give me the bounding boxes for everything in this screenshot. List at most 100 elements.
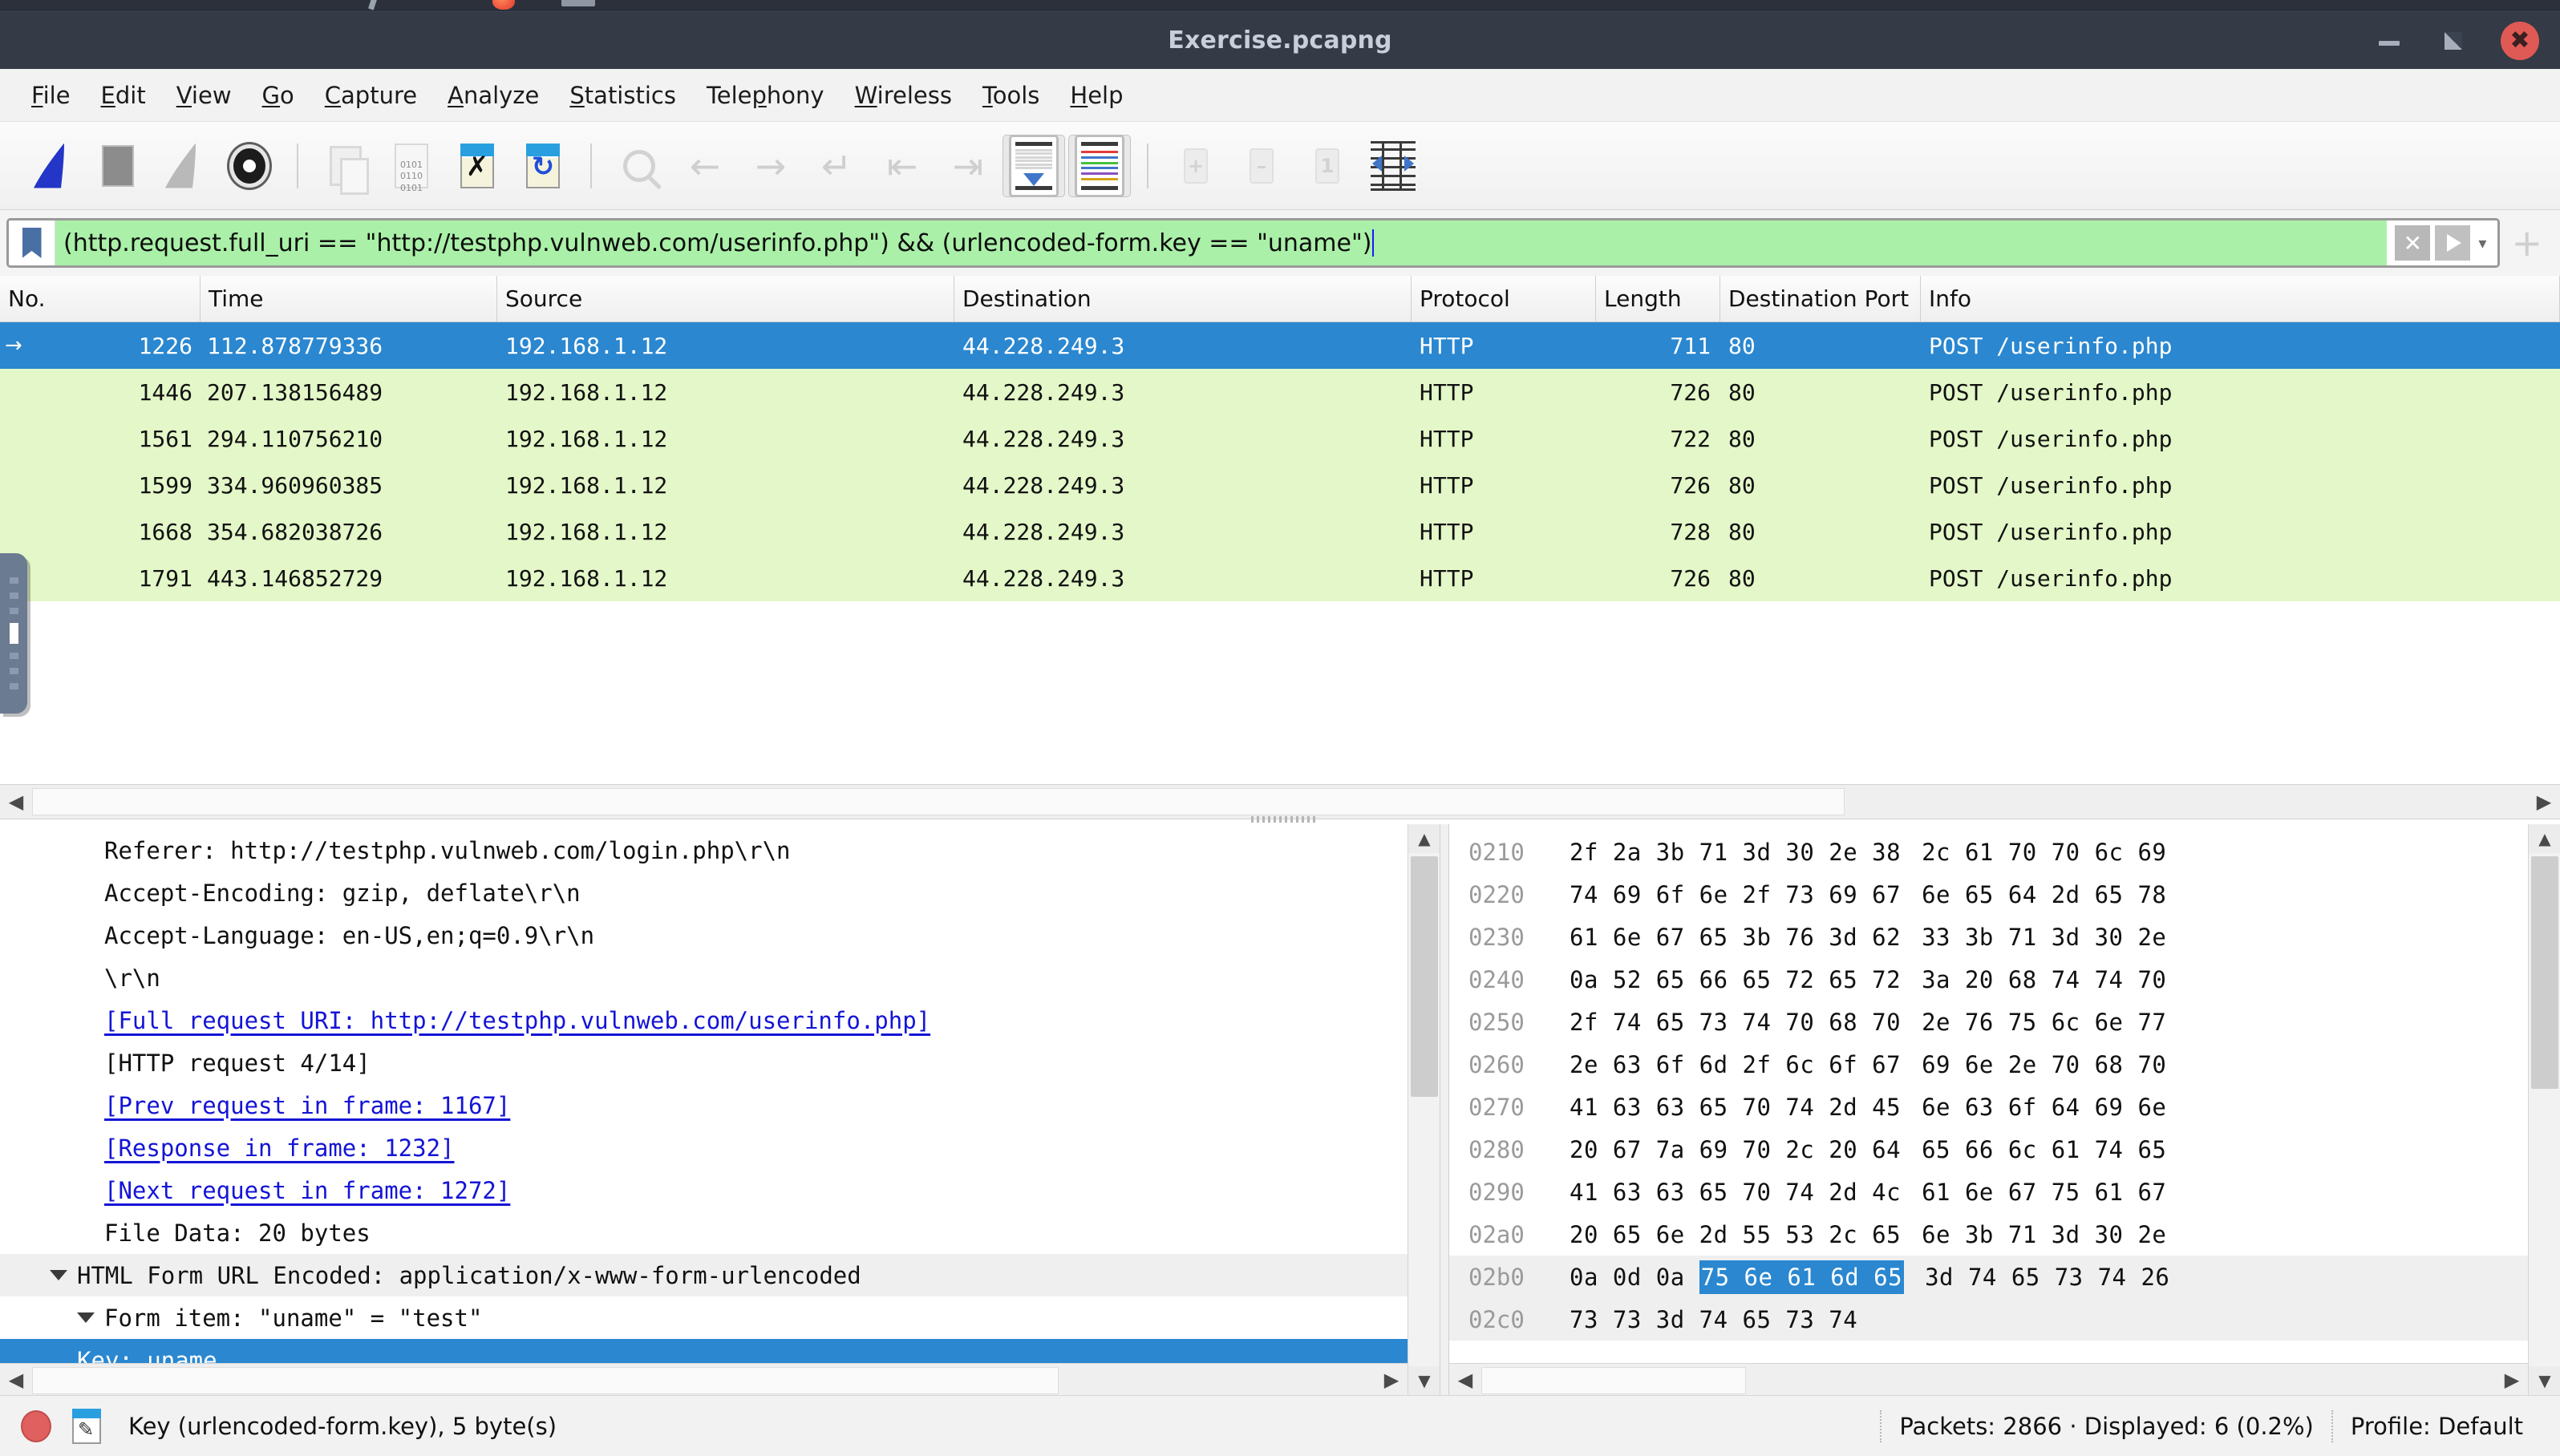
menu-item-telephony[interactable]: Telephony	[691, 77, 840, 114]
menu-item-capture[interactable]: Capture	[310, 77, 432, 114]
menu-item-go[interactable]: Go	[247, 77, 310, 114]
details-hscroll-thumb[interactable]	[32, 1367, 1059, 1394]
chevron-down-icon[interactable]	[50, 1270, 67, 1280]
packet-list-hscrollbar[interactable]: ◀ ▶	[0, 784, 2560, 819]
hex-row-selected[interactable]: 02b0 0a 0d 0a 75 6e 61 6d 65 3d 74 65 73 …	[1449, 1256, 2560, 1298]
column-header-info[interactable]: Info	[1921, 276, 2560, 322]
detail-link[interactable]: [Prev request in frame: 1167]	[104, 1092, 510, 1119]
menu-item-wireless[interactable]: Wireless	[840, 77, 967, 114]
hex-row[interactable]: 0220 74 69 6f 6e 2f 73 69 67 6e 65 64 2d …	[1449, 873, 2560, 916]
menu-item-help[interactable]: Help	[1055, 77, 1138, 114]
menu-item-view[interactable]: View	[161, 77, 247, 114]
menu-item-edit[interactable]: Edit	[86, 77, 161, 114]
hex-row[interactable]: 0280 20 67 7a 69 70 2c 20 64 65 66 6c 61 …	[1449, 1128, 2560, 1171]
zoom-in-button[interactable]: +	[1165, 135, 1227, 197]
detail-link[interactable]: [Response in frame: 1232]	[104, 1134, 455, 1162]
hex-row[interactable]: 0270 41 63 63 65 70 74 2d 45 6e 63 6f 64 …	[1449, 1086, 2560, 1128]
resize-columns-button[interactable]	[1362, 135, 1424, 197]
table-row[interactable]: 1791 443.146852729 192.168.1.12 44.228.2…	[0, 555, 2560, 601]
detail-row-accept-encoding[interactable]: Accept-Encoding: gzip, deflate\r\n	[0, 872, 1440, 914]
detail-row-referer[interactable]: Referer: http://testphp.vulnweb.com/logi…	[0, 829, 1440, 872]
panes-divider[interactable]	[1440, 824, 1449, 1395]
scroll-right-icon[interactable]: ▶	[2496, 1364, 2528, 1395]
scroll-right-icon[interactable]: ▶	[1375, 1364, 1408, 1395]
hex-row[interactable]: 0230 61 6e 67 65 3b 76 3d 62 33 3b 71 3d …	[1449, 916, 2560, 958]
detail-link[interactable]: [Next request in frame: 1272]	[104, 1177, 510, 1204]
bytes-hscroll-track[interactable]	[1481, 1364, 2496, 1395]
go-to-first-packet-button[interactable]: ⇤	[871, 135, 934, 197]
scroll-left-icon[interactable]: ◀	[1449, 1364, 1481, 1395]
detail-row-accept-language[interactable]: Accept-Language: en-US,en;q=0.9\r\n	[0, 914, 1440, 957]
close-button[interactable]: ✖	[2501, 22, 2539, 60]
detail-row-full-request-uri[interactable]: [Full request URI: http://testphp.vulnwe…	[0, 999, 1440, 1041]
detail-row-form-item-uname[interactable]: Form item: "uname" = "test"	[0, 1296, 1440, 1339]
details-vscroll-thumb[interactable]	[1411, 856, 1438, 1097]
chevron-down-icon[interactable]: ▾	[2475, 233, 2489, 253]
scroll-up-icon[interactable]: ▲	[1408, 824, 1440, 853]
capture-options-button[interactable]	[218, 135, 281, 197]
scroll-down-icon[interactable]: ▼	[2529, 1366, 2560, 1395]
reload-file-button[interactable]: ↻	[512, 135, 574, 197]
menu-item-analyze[interactable]: Analyze	[432, 77, 554, 114]
hex-row[interactable]: 02c0 73 73 3d 74 65 73 74	[1449, 1298, 2560, 1341]
hex-row[interactable]: 0250 2f 74 65 73 74 70 68 70 2e 76 75 6c …	[1449, 1001, 2560, 1043]
scroll-up-icon[interactable]: ▲	[2529, 824, 2560, 853]
scroll-right-icon[interactable]: ▶	[2528, 785, 2560, 819]
autoscroll-button[interactable]	[1003, 134, 1065, 197]
menu-item-statistics[interactable]: Statistics	[554, 77, 691, 114]
scroll-left-icon[interactable]: ◀	[0, 785, 32, 819]
bytes-vscroll-thumb[interactable]	[2531, 856, 2558, 1089]
column-header-destination-port[interactable]: Destination Port	[1720, 276, 1921, 322]
menu-item-file[interactable]: File	[16, 77, 86, 114]
capture-stop-icon[interactable]	[21, 1409, 51, 1442]
column-header-destination[interactable]: Destination	[954, 276, 1412, 322]
detail-row-next-request[interactable]: [Next request in frame: 1272]	[0, 1169, 1440, 1211]
detail-row-prev-request[interactable]: [Prev request in frame: 1167]	[0, 1084, 1440, 1126]
stop-capture-button[interactable]	[87, 135, 149, 197]
detail-link[interactable]: [Full request URI: http://testphp.vulnwe…	[104, 1007, 930, 1034]
table-row[interactable]: 1599 334.960960385 192.168.1.12 44.228.2…	[0, 462, 2560, 508]
colorize-button[interactable]	[1068, 134, 1131, 197]
detail-row-file-data[interactable]: File Data: 20 bytes	[0, 1211, 1440, 1254]
clear-filter-button[interactable]: ✕	[2395, 225, 2431, 261]
zoom-out-button[interactable]: –	[1230, 135, 1293, 197]
apply-filter-button[interactable]	[2435, 225, 2471, 261]
hex-row[interactable]: 0260 2e 63 6f 6d 2f 6c 6f 67 69 6e 2e 70 …	[1449, 1043, 2560, 1086]
detail-row-crlf[interactable]: \r\n	[0, 957, 1440, 999]
scroll-down-icon[interactable]: ▼	[1408, 1366, 1440, 1395]
detail-row-http-request-count[interactable]: [HTTP request 4/14]	[0, 1041, 1440, 1084]
details-hscroll-track[interactable]	[32, 1364, 1375, 1395]
hex-row[interactable]: 02a0 20 65 6e 2d 55 53 2c 65 6e 3b 71 3d …	[1449, 1213, 2560, 1256]
pane-splitter[interactable]	[1251, 816, 1315, 823]
close-file-button[interactable]: ✗	[446, 135, 508, 197]
table-row[interactable]: 1561 294.110756210 192.168.1.12 44.228.2…	[0, 415, 2560, 462]
start-capture-button[interactable]	[21, 135, 83, 197]
status-profile[interactable]: Profile: Default	[2351, 1413, 2523, 1440]
open-recent-button[interactable]	[314, 135, 377, 197]
hscroll-track[interactable]	[32, 785, 2528, 819]
go-forward-button[interactable]: →	[739, 135, 802, 197]
column-header-protocol[interactable]: Protocol	[1412, 276, 1596, 322]
go-back-button[interactable]: ←	[674, 135, 736, 197]
dock-handle[interactable]	[0, 553, 27, 714]
add-filter-button[interactable]: +	[2500, 224, 2554, 261]
hex-row[interactable]: 0290 41 63 63 65 70 74 2d 4c 61 6e 67 75 …	[1449, 1171, 2560, 1213]
detail-row-response-frame[interactable]: [Response in frame: 1232]	[0, 1126, 1440, 1169]
bytes-hscroll-thumb[interactable]	[1481, 1367, 1746, 1394]
minimize-button[interactable]	[2372, 24, 2406, 58]
scroll-left-icon[interactable]: ◀	[0, 1364, 32, 1395]
column-header-no[interactable]: No.	[0, 276, 201, 322]
capture-comment-icon[interactable]	[72, 1408, 101, 1444]
column-header-time[interactable]: Time	[201, 276, 497, 322]
restart-capture-button[interactable]	[152, 135, 215, 197]
hscroll-thumb[interactable]	[32, 788, 1845, 815]
filter-bookmark-button[interactable]	[9, 220, 55, 265]
open-file-button[interactable]: 0101 0110 0101	[380, 135, 443, 197]
zoom-reset-button[interactable]: 1	[1296, 135, 1359, 197]
hex-row[interactable]: 0240 0a 52 65 66 65 72 65 72 3a 20 68 74 …	[1449, 958, 2560, 1001]
go-to-packet-button[interactable]: ↵	[805, 135, 868, 197]
find-packet-button[interactable]	[608, 135, 670, 197]
table-row[interactable]: 1668 354.682038726 192.168.1.12 44.228.2…	[0, 508, 2560, 555]
hex-row[interactable]: 0210 2f 2a 3b 71 3d 30 2e 38 2c 61 70 70 …	[1449, 831, 2560, 873]
table-row[interactable]: → 1226 112.878779336 192.168.1.12 44.228…	[0, 322, 2560, 369]
